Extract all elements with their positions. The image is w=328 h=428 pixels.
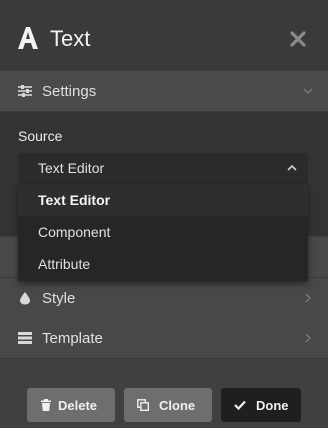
text-format-icon (18, 27, 38, 49)
close-icon[interactable] (290, 31, 306, 47)
chevron-up-icon (287, 164, 297, 171)
trash-icon (41, 399, 51, 411)
droplet-icon (20, 292, 30, 305)
template-section[interactable]: Template (0, 318, 328, 359)
style-label: Style (42, 290, 76, 307)
chevron-down-icon (303, 88, 313, 94)
dropdown-option[interactable]: Component (18, 216, 308, 248)
chevron-right-icon (305, 293, 311, 303)
source-dropdown: Text Editor Component Attribute (18, 184, 308, 281)
source-select[interactable]: Text Editor (18, 153, 308, 184)
sliders-icon (18, 85, 32, 97)
settings-label: Settings (42, 83, 97, 100)
panel-title: Text (50, 26, 91, 51)
source-select-value: Text Editor (38, 160, 105, 176)
delete-label: Delete (58, 398, 98, 413)
copy-icon (137, 399, 149, 411)
clone-label: Clone (159, 398, 196, 413)
style-section[interactable]: Style (0, 278, 328, 319)
source-label: Source (18, 128, 63, 144)
panel-header: Text (0, 0, 328, 70)
check-icon (234, 400, 246, 411)
delete-button[interactable]: Delete (27, 388, 115, 422)
clone-button[interactable]: Clone (124, 388, 212, 422)
template-label: Template (42, 330, 103, 347)
dropdown-option[interactable]: Text Editor (18, 184, 308, 216)
template-icon (18, 332, 32, 344)
done-button[interactable]: Done (221, 388, 301, 422)
done-label: Done (256, 398, 289, 413)
settings-section[interactable]: Settings (0, 71, 328, 112)
chevron-right-icon (305, 333, 311, 343)
dropdown-option[interactable]: Attribute (18, 248, 308, 280)
